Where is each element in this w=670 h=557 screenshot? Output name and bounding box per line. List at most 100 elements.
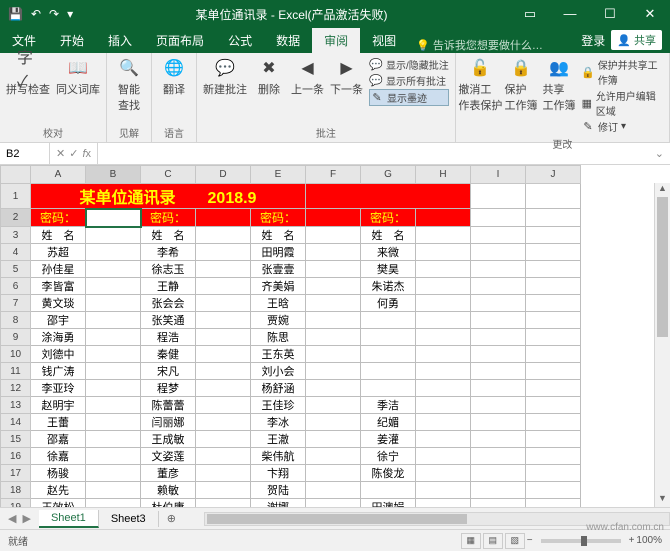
cell[interactable]: 密码： — [361, 209, 416, 227]
cell[interactable]: 杨骏 — [31, 465, 86, 482]
cell[interactable]: 田澳娟 — [361, 499, 416, 508]
cell[interactable] — [86, 244, 141, 261]
cell[interactable] — [306, 278, 361, 295]
prev-comment-button[interactable]: ◀上一条 — [291, 57, 324, 97]
cell[interactable] — [361, 346, 416, 363]
cell[interactable] — [416, 278, 471, 295]
cell[interactable] — [471, 346, 526, 363]
cell[interactable]: 张笑通 — [141, 312, 196, 329]
cell[interactable] — [416, 448, 471, 465]
cell[interactable]: 密码： — [141, 209, 196, 227]
cell[interactable] — [196, 380, 251, 397]
col-header[interactable]: B — [86, 166, 141, 184]
cell[interactable] — [471, 499, 526, 508]
cell[interactable]: 季洁 — [361, 397, 416, 414]
col-header[interactable]: E — [251, 166, 306, 184]
cell[interactable] — [86, 346, 141, 363]
cell[interactable]: 杨舒涵 — [251, 380, 306, 397]
cell[interactable]: 赖敏 — [141, 482, 196, 499]
cell[interactable] — [526, 499, 581, 508]
cell[interactable] — [86, 312, 141, 329]
cell[interactable] — [196, 295, 251, 312]
zoom-level[interactable]: 100% — [636, 535, 662, 546]
show-ink-button[interactable]: ✎显示墨迹 — [369, 89, 449, 106]
cell[interactable] — [526, 227, 581, 244]
cell[interactable] — [306, 482, 361, 499]
cell[interactable]: 陈思 — [251, 329, 306, 346]
cell[interactable]: 齐美娟 — [251, 278, 306, 295]
cell[interactable]: 何勇 — [361, 295, 416, 312]
cell[interactable]: 姓 名 — [361, 227, 416, 244]
fx-confirm-icon[interactable]: ✓ — [69, 147, 78, 160]
cell[interactable] — [471, 209, 526, 227]
spreadsheet-grid[interactable]: ABCDEFGHIJ1某单位通讯录 2018.92密码：密码：密码：密码：3姓 … — [0, 165, 581, 507]
login-link[interactable]: 登录 — [581, 32, 605, 49]
cell[interactable] — [86, 448, 141, 465]
cell[interactable] — [196, 312, 251, 329]
cell[interactable] — [416, 465, 471, 482]
scroll-down-icon[interactable]: ▼ — [655, 493, 670, 507]
tab-layout[interactable]: 页面布局 — [144, 28, 216, 53]
row-header[interactable]: 8 — [1, 312, 31, 329]
cell[interactable] — [471, 244, 526, 261]
redo-icon[interactable]: ↷ — [49, 7, 59, 21]
cell[interactable] — [361, 312, 416, 329]
cell[interactable]: 来微 — [361, 244, 416, 261]
cell[interactable]: 李亚玲 — [31, 380, 86, 397]
tab-formulas[interactable]: 公式 — [216, 28, 264, 53]
cell[interactable] — [526, 312, 581, 329]
cell[interactable] — [196, 482, 251, 499]
cell[interactable]: 程梦 — [141, 380, 196, 397]
cell[interactable] — [471, 227, 526, 244]
row-header[interactable]: 1 — [1, 184, 31, 209]
cell[interactable] — [471, 184, 526, 209]
cell[interactable] — [526, 278, 581, 295]
cell[interactable] — [306, 329, 361, 346]
cell[interactable]: 钱广涛 — [31, 363, 86, 380]
cell[interactable]: 董彦 — [141, 465, 196, 482]
track-changes-button[interactable]: ✎修订 ▾ — [581, 119, 663, 134]
vertical-scrollbar[interactable]: ▲ ▼ — [654, 183, 670, 507]
sheet-nav-prev-icon[interactable]: ◀ — [8, 512, 16, 525]
cell[interactable] — [416, 380, 471, 397]
cell[interactable] — [416, 312, 471, 329]
cell[interactable] — [86, 295, 141, 312]
cell[interactable]: 涂海勇 — [31, 329, 86, 346]
share-button[interactable]: 👤 共享 — [611, 30, 662, 50]
cell[interactable] — [526, 184, 581, 209]
cell[interactable] — [86, 227, 141, 244]
cell[interactable] — [416, 414, 471, 431]
cell[interactable]: 刘德中 — [31, 346, 86, 363]
cell[interactable] — [306, 209, 361, 227]
cell[interactable]: 杜伯庸 — [141, 499, 196, 508]
cell[interactable] — [306, 184, 471, 209]
cell[interactable] — [196, 414, 251, 431]
scroll-up-icon[interactable]: ▲ — [655, 183, 670, 197]
cell[interactable]: 某单位通讯录 2018.9 — [31, 184, 306, 209]
show-hide-comment-button[interactable]: 💬显示/隐藏批注 — [369, 57, 449, 72]
cell[interactable] — [86, 431, 141, 448]
next-comment-button[interactable]: ▶下一条 — [330, 57, 363, 97]
cell[interactable] — [196, 346, 251, 363]
cell[interactable] — [196, 499, 251, 508]
cell[interactable]: 王澈 — [251, 431, 306, 448]
cell[interactable] — [196, 431, 251, 448]
cell[interactable]: 王晗 — [251, 295, 306, 312]
cell[interactable] — [416, 363, 471, 380]
cell[interactable] — [196, 261, 251, 278]
cell[interactable] — [86, 414, 141, 431]
cell[interactable] — [306, 431, 361, 448]
cell[interactable]: 王成敏 — [141, 431, 196, 448]
show-all-comments-button[interactable]: 💬显示所有批注 — [369, 73, 449, 88]
cell[interactable] — [86, 380, 141, 397]
cell[interactable]: 程浩 — [141, 329, 196, 346]
cell[interactable]: 卞翔 — [251, 465, 306, 482]
cell[interactable] — [306, 295, 361, 312]
ribbon-options-icon[interactable]: ▭ — [510, 6, 550, 22]
cell[interactable] — [306, 499, 361, 508]
cell[interactable]: 樊昊 — [361, 261, 416, 278]
col-header[interactable]: C — [141, 166, 196, 184]
cell[interactable]: 贾婉 — [251, 312, 306, 329]
cell[interactable]: 徐志玉 — [141, 261, 196, 278]
hscroll-thumb[interactable] — [207, 514, 467, 524]
